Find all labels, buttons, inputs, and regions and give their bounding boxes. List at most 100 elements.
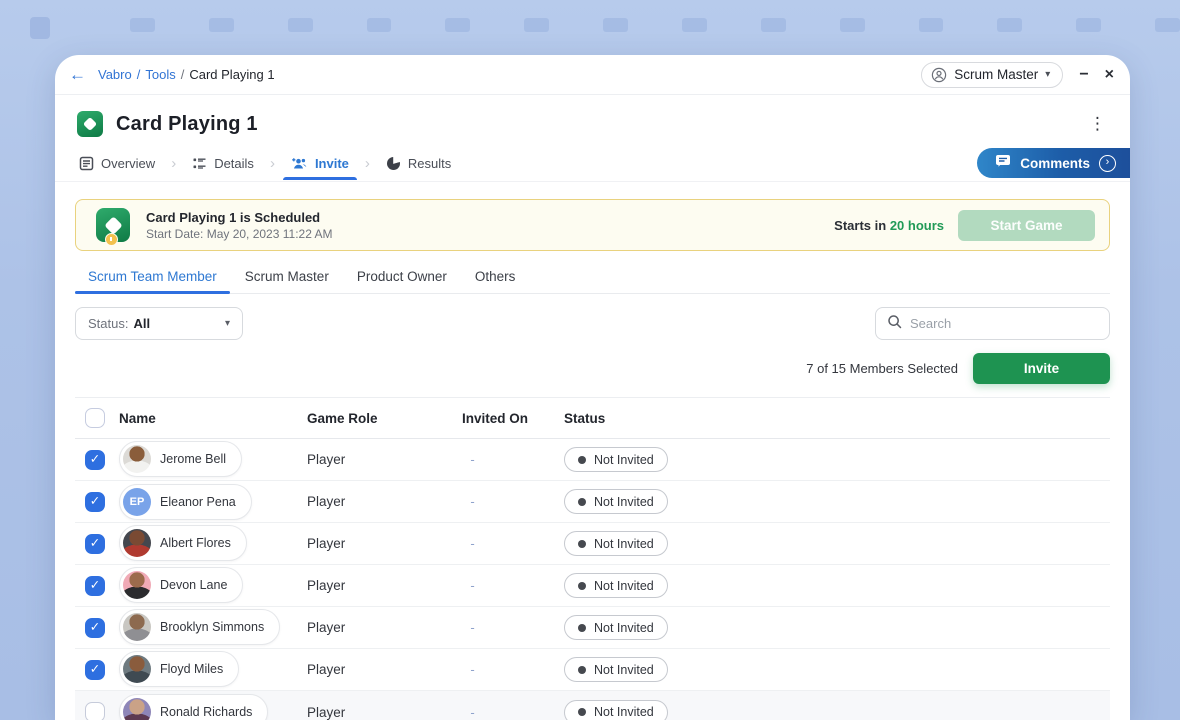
row-checkbox[interactable]	[85, 618, 105, 638]
column-header-status: Status	[550, 411, 1110, 426]
table-header-row: Name Game Role Invited On Status	[75, 397, 1110, 439]
member-pill[interactable]: Floyd Miles	[119, 651, 239, 687]
minimize-button[interactable]: −	[1079, 67, 1088, 83]
invited-on: -	[440, 536, 505, 551]
status-dot-icon	[578, 456, 586, 464]
member-name: Devon Lane	[160, 578, 227, 592]
search-icon	[887, 314, 902, 334]
status-filter-label: Status:	[88, 316, 128, 331]
row-checkbox[interactable]	[85, 492, 105, 512]
row-checkbox[interactable]	[85, 660, 105, 680]
status-dot-icon	[578, 708, 586, 716]
tab-results[interactable]: Results	[384, 152, 453, 180]
game-role: Player	[307, 620, 440, 635]
status-dot-icon	[578, 624, 586, 632]
member-pill[interactable]: Ronald Richards	[119, 694, 268, 720]
window-topbar: ← Vabro / Tools / Card Playing 1	[55, 55, 1130, 95]
status-dot-icon	[578, 582, 586, 590]
member-pill[interactable]: Jerome Bell	[119, 441, 242, 477]
invited-on: -	[440, 662, 505, 677]
member-pill[interactable]: EP Eleanor Pena	[119, 484, 252, 520]
details-icon	[192, 156, 207, 171]
invited-on: -	[440, 578, 505, 593]
user-circle-icon	[931, 67, 947, 83]
account-label: Scrum Master	[954, 67, 1038, 82]
kebab-menu-icon[interactable]: ⋮	[1085, 114, 1110, 134]
breadcrumb-link-tools[interactable]: Tools	[145, 67, 175, 82]
close-button[interactable]: ×	[1105, 67, 1114, 83]
status-filter-dropdown[interactable]: Status: All ▾	[75, 307, 243, 340]
game-role: Player	[307, 452, 440, 467]
starts-in-value: 20 hours	[890, 218, 944, 233]
row-checkbox[interactable]	[85, 450, 105, 470]
status-dot-icon	[578, 498, 586, 506]
status-badge: Not Invited	[564, 573, 668, 598]
status-dot-icon	[578, 666, 586, 674]
breadcrumb-separator: /	[137, 67, 141, 82]
chevron-separator-icon: ›	[270, 155, 275, 177]
breadcrumb-link-vabro[interactable]: Vabro	[98, 67, 132, 82]
expand-arrow-icon: ›	[1099, 155, 1116, 172]
tab-scrum-team-member[interactable]: Scrum Team Member	[87, 262, 218, 293]
main-content: Card Playing 1 is Scheduled Start Date: …	[55, 199, 1130, 720]
member-pill[interactable]: Brooklyn Simmons	[119, 609, 280, 645]
table-row: EP Eleanor Pena Player - Not Invited	[75, 481, 1110, 523]
member-pill[interactable]: Devon Lane	[119, 567, 243, 603]
row-checkbox[interactable]	[85, 702, 105, 720]
tab-details[interactable]: Details	[190, 152, 256, 180]
account-menu[interactable]: Scrum Master ▾	[921, 62, 1063, 88]
status-text: Not Invited	[594, 579, 654, 593]
chevron-down-icon: ▾	[1045, 69, 1050, 80]
invited-on: -	[440, 705, 505, 720]
tab-invite[interactable]: Invite	[289, 152, 351, 180]
status-badge: Not Invited	[564, 531, 668, 556]
table-row: Ronald Richards Player - Not Invited	[75, 691, 1110, 720]
page-header: Card Playing 1 ⋮	[55, 95, 1130, 145]
avatar	[123, 655, 151, 683]
start-game-button[interactable]: Start Game	[958, 210, 1095, 241]
avatar: EP	[123, 488, 151, 516]
member-name: Brooklyn Simmons	[160, 620, 264, 634]
tab-others[interactable]: Others	[474, 262, 517, 293]
status-text: Not Invited	[594, 495, 654, 509]
scheduled-banner: Card Playing 1 is Scheduled Start Date: …	[75, 199, 1110, 251]
tab-scrum-master[interactable]: Scrum Master	[244, 262, 330, 293]
nav-tabs: Overview › Details ›	[55, 145, 1130, 182]
desktop-background: ← Vabro / Tools / Card Playing 1	[0, 0, 1180, 720]
role-tabs: Scrum Team Member Scrum Master Product O…	[75, 262, 1110, 294]
status-filter-value: All	[133, 316, 225, 331]
comments-button[interactable]: Comments ›	[977, 148, 1130, 178]
banner-title: Card Playing 1 is Scheduled	[146, 210, 834, 225]
status-badge: Not Invited	[564, 700, 668, 720]
row-checkbox[interactable]	[85, 576, 105, 596]
avatar	[123, 571, 151, 599]
card-game-icon	[77, 111, 103, 137]
app-window: ← Vabro / Tools / Card Playing 1	[55, 55, 1130, 720]
column-header-name: Name	[119, 411, 307, 426]
table-row: Devon Lane Player - Not Invited	[75, 565, 1110, 607]
invite-button[interactable]: Invite	[973, 353, 1110, 384]
filter-row: Status: All ▾	[75, 307, 1110, 340]
member-name: Ronald Richards	[160, 705, 252, 719]
starts-in-text: Starts in 20 hours	[834, 218, 944, 233]
tab-label: Results	[408, 156, 451, 171]
banner-subtitle: Start Date: May 20, 2023 11:22 AM	[146, 227, 834, 241]
table-row: Floyd Miles Player - Not Invited	[75, 649, 1110, 691]
card-game-icon	[96, 208, 130, 242]
tab-overview[interactable]: Overview	[77, 152, 157, 180]
table-row: Jerome Bell Player - Not Invited	[75, 439, 1110, 481]
game-role: Player	[307, 662, 440, 677]
invited-on: -	[440, 620, 505, 635]
game-role: Player	[307, 578, 440, 593]
member-pill[interactable]: Albert Flores	[119, 525, 247, 561]
status-text: Not Invited	[594, 705, 654, 719]
row-checkbox[interactable]	[85, 534, 105, 554]
search-input[interactable]	[910, 316, 1098, 331]
members-table: Name Game Role Invited On Status Jerome …	[75, 397, 1110, 720]
results-icon	[386, 156, 401, 171]
breadcrumb-separator: /	[181, 67, 185, 82]
column-header-game-role: Game Role	[307, 411, 440, 426]
back-icon[interactable]: ←	[69, 66, 86, 83]
tab-product-owner[interactable]: Product Owner	[356, 262, 448, 293]
select-all-checkbox[interactable]	[85, 408, 105, 428]
